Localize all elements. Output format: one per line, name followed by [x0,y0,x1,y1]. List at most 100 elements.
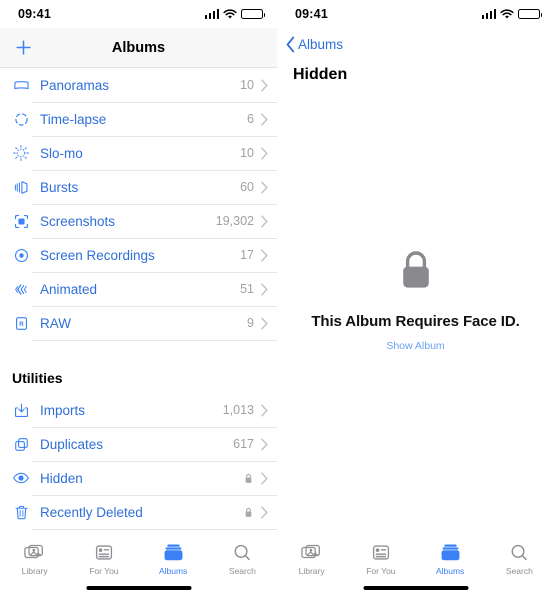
list-item-count: 10 [240,78,254,92]
list-item-label: Panoramas [40,78,240,93]
home-indicator [86,586,191,590]
raw-icon: R [10,312,32,334]
list-item-label: Recently Deleted [40,505,244,520]
bursts-icon [10,176,32,198]
list-item-count: 17 [240,248,254,262]
list-item-label: Animated [40,282,240,297]
status-bar: 09:41 [277,0,554,28]
tab-library[interactable]: Library [0,541,69,576]
media-types-list: Panoramas 10 Time-lapse 6 [0,68,277,340]
list-item-bursts[interactable]: Bursts 60 [0,170,277,204]
list-item-count: 6 [247,112,254,126]
tab-search[interactable]: Search [208,541,277,576]
for-you-icon [371,541,391,563]
battery-icon [518,9,540,20]
list-item-panoramas[interactable]: Panoramas 10 [0,68,277,102]
tab-library[interactable]: Library [277,541,346,576]
tab-label: Search [229,566,256,576]
hidden-eye-icon [10,467,32,489]
page-title: Albums [0,40,277,56]
chevron-right-icon [260,506,269,519]
back-button[interactable]: Albums [277,32,554,56]
list-item-label: Duplicates [40,437,233,452]
list-item-imports[interactable]: Imports 1,013 [0,393,277,427]
list-item-raw[interactable]: R RAW 9 [0,306,277,340]
albums-icon [440,541,461,563]
tab-label: For You [366,566,395,576]
chevron-right-icon [260,215,269,228]
list-item-label: Hidden [40,471,244,486]
timelapse-icon [10,108,32,130]
cellular-bars-icon [205,9,220,19]
tab-label: Library [22,566,48,576]
list-item-label: Screenshots [40,214,216,229]
list-item-label: Slo-mo [40,146,240,161]
chevron-right-icon [260,113,269,126]
list-item-duplicates[interactable]: Duplicates 617 [0,427,277,461]
library-icon [24,541,46,563]
section-header-utilities: Utilities [0,362,277,393]
status-bar: 09:41 [0,0,277,28]
hidden-album-screen: 09:41 Albums Hidden [277,0,554,599]
list-item-time-lapse[interactable]: Time-lapse 6 [0,102,277,136]
chevron-right-icon [260,249,269,262]
chevron-right-icon [260,181,269,194]
albums-icon [163,541,184,563]
status-bar-icons [205,9,264,20]
empty-state-title: This Album Requires Face ID. [311,313,519,330]
tab-for-you[interactable]: For You [69,541,138,576]
battery-icon [241,9,263,20]
list-item-slo-mo[interactable]: Slo-mo 10 [0,136,277,170]
list-item-animated[interactable]: Animated 51 [0,272,277,306]
list-item-screenshots[interactable]: Screenshots 19,302 [0,204,277,238]
show-album-button[interactable]: Show Album [386,340,444,352]
lock-icon [244,473,253,484]
albums-navigation-bar: Albums [0,28,277,68]
tab-albums[interactable]: Albums [416,541,485,576]
list-item-recently-deleted[interactable]: Recently Deleted [0,495,277,529]
lock-icon [244,507,253,518]
list-item-hidden[interactable]: Hidden [0,461,277,495]
plus-icon [15,39,32,56]
panorama-icon [10,74,32,96]
imports-icon [10,399,32,421]
trash-icon [10,501,32,523]
locked-album-empty-state: This Album Requires Face ID. Show Album [277,250,554,352]
slomo-icon [10,142,32,164]
home-indicator [363,586,468,590]
back-button-label: Albums [298,37,343,52]
chevron-right-icon [260,404,269,417]
chevron-right-icon [260,317,269,330]
albums-list-screen: 09:41 Albums [0,0,277,599]
chevron-right-icon [260,472,269,485]
list-item-screen-recordings[interactable]: Screen Recordings 17 [0,238,277,272]
dual-screen-container: 09:41 Albums [0,0,554,599]
tab-for-you[interactable]: For You [346,541,415,576]
tab-albums[interactable]: Albums [139,541,208,576]
list-item-label: Bursts [40,180,240,195]
svg-text:R: R [19,321,24,328]
chevron-right-icon [260,283,269,296]
list-item-count: 19,302 [216,214,254,228]
library-icon [301,541,323,563]
list-item-count: 617 [233,437,254,451]
duplicates-icon [10,433,32,455]
lock-icon [399,250,433,297]
list-item-count: 51 [240,282,254,296]
cellular-bars-icon [482,9,497,19]
tab-search[interactable]: Search [485,541,554,576]
animated-icon [10,278,32,300]
list-item-count: 10 [240,146,254,160]
add-album-button[interactable] [10,35,36,61]
wifi-icon [223,9,237,20]
search-icon [232,541,252,563]
list-item-label: Screen Recordings [40,248,240,263]
wifi-icon [500,9,514,20]
status-bar-time: 09:41 [18,7,51,21]
page-title: Hidden [277,56,554,84]
search-icon [509,541,529,563]
tab-label: For You [89,566,118,576]
tab-label: Library [299,566,325,576]
screenshots-icon [10,210,32,232]
chevron-left-icon [285,36,296,53]
